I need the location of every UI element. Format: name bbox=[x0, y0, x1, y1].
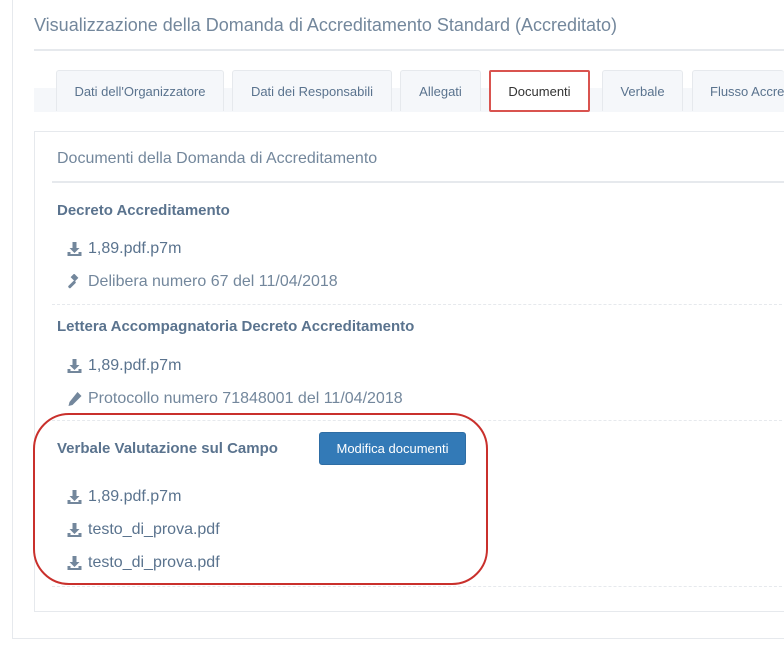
modifica-documenti-button[interactable]: Modifica documenti bbox=[319, 432, 466, 465]
pencil-icon bbox=[66, 391, 83, 407]
download-icon bbox=[66, 358, 83, 374]
file-name: 1,89.pdf.p7m bbox=[88, 357, 182, 374]
delibera-text: Delibera numero 67 del 11/04/2018 bbox=[88, 273, 338, 290]
file-link[interactable]: testo_di_prova.pdf bbox=[66, 521, 220, 539]
panel-title-divider bbox=[52, 181, 784, 183]
tab-allegati[interactable]: Allegati bbox=[400, 70, 481, 111]
section-divider bbox=[52, 586, 784, 587]
panel-title: Documenti della Domanda di Accreditament… bbox=[57, 150, 378, 167]
download-icon bbox=[66, 555, 83, 571]
download-icon bbox=[66, 489, 83, 505]
protocollo-info: Protocollo numero 71848001 del 11/04/201… bbox=[66, 390, 403, 408]
file-name: 1,89.pdf.p7m bbox=[88, 488, 182, 505]
gavel-icon bbox=[66, 274, 83, 290]
section-title-decreto: Decreto Accreditamento bbox=[57, 202, 230, 219]
tab-documenti[interactable]: Documenti bbox=[489, 70, 590, 112]
file-name: 1,89.pdf.p7m bbox=[88, 240, 182, 257]
file-name: testo_di_prova.pdf bbox=[88, 521, 220, 538]
section-divider bbox=[52, 304, 784, 305]
tab-dati-responsabili[interactable]: Dati dei Responsabili bbox=[232, 70, 392, 111]
protocollo-text: Protocollo numero 71848001 del 11/04/201… bbox=[88, 390, 403, 407]
tab-flusso-accreditamento[interactable]: Flusso Accre bbox=[692, 70, 784, 111]
tab-dati-organizzatore[interactable]: Dati dell'Organizzatore bbox=[56, 70, 224, 111]
download-icon bbox=[66, 522, 83, 538]
delibera-info: Delibera numero 67 del 11/04/2018 bbox=[66, 273, 338, 291]
file-link[interactable]: 1,89.pdf.p7m bbox=[66, 357, 181, 375]
download-icon bbox=[66, 241, 83, 257]
section-divider bbox=[52, 420, 784, 421]
page-title: Visualizzazione della Domanda di Accredi… bbox=[34, 15, 617, 35]
title-divider bbox=[34, 49, 784, 51]
file-link[interactable]: 1,89.pdf.p7m bbox=[66, 488, 181, 506]
section-title-verbale: Verbale Valutazione sul Campo bbox=[57, 440, 278, 457]
file-link[interactable]: 1,89.pdf.p7m bbox=[66, 240, 181, 258]
file-name: testo_di_prova.pdf bbox=[88, 554, 220, 571]
file-link[interactable]: testo_di_prova.pdf bbox=[66, 554, 220, 572]
section-title-lettera: Lettera Accompagnatoria Decreto Accredit… bbox=[57, 318, 415, 335]
tab-verbale[interactable]: Verbale bbox=[602, 70, 683, 111]
